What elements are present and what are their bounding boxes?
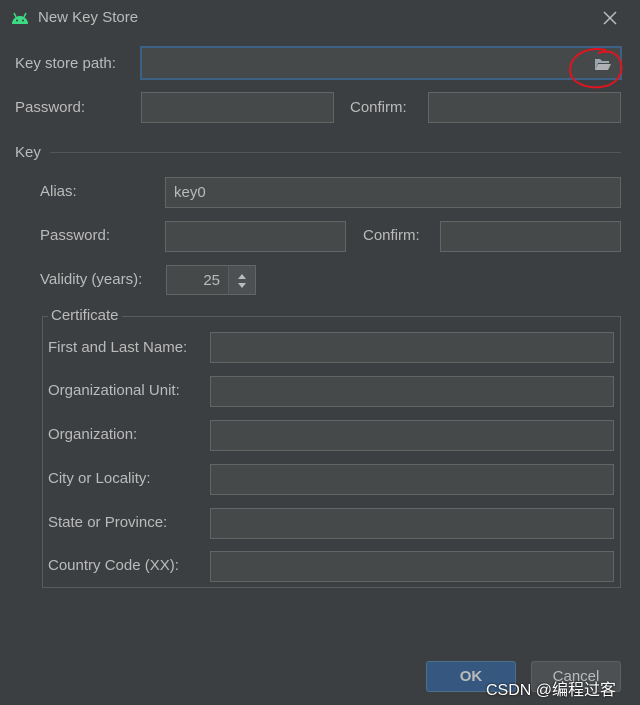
key-section-title: Key (15, 144, 41, 161)
organizational-unit-input[interactable] (210, 376, 614, 407)
alias-input[interactable] (165, 177, 621, 208)
key-password-label: Password: (40, 227, 111, 244)
country-code-label: Country Code (XX): (48, 557, 179, 574)
key-store-path-label: Key store path: (15, 55, 116, 72)
android-icon (12, 12, 28, 24)
title-bar: New Key Store (0, 0, 640, 36)
key-store-path-input[interactable] (140, 46, 622, 80)
city-locality-label: City or Locality: (48, 470, 151, 487)
window-title: New Key Store (38, 9, 139, 26)
close-icon[interactable] (600, 8, 620, 28)
alias-label: Alias: (40, 183, 77, 200)
keystore-password-label: Password: (15, 99, 86, 116)
first-last-name-label: First and Last Name: (48, 339, 188, 356)
city-locality-input[interactable] (210, 464, 614, 495)
spinner-arrows-icon[interactable] (236, 272, 248, 290)
keystore-confirm-label: Confirm: (350, 99, 407, 116)
key-section-divider (50, 152, 621, 153)
key-confirm-label: Confirm: (363, 227, 420, 244)
organization-input[interactable] (210, 420, 614, 451)
key-confirm-input[interactable] (440, 221, 621, 252)
csdn-watermark: CSDN @编程过客 (486, 682, 617, 699)
validity-stepper[interactable] (228, 265, 256, 295)
country-code-input[interactable] (210, 551, 614, 582)
folder-open-icon[interactable] (594, 57, 612, 71)
organizational-unit-label: Organizational Unit: (48, 382, 180, 399)
state-province-input[interactable] (210, 508, 614, 539)
certificate-group-title: Certificate (48, 306, 122, 326)
keystore-confirm-input[interactable] (428, 92, 621, 123)
state-province-label: State or Province: (48, 514, 168, 531)
browse-button[interactable] (586, 52, 616, 76)
key-password-input[interactable] (165, 221, 346, 252)
keystore-password-input[interactable] (141, 92, 334, 123)
first-last-name-input[interactable] (210, 332, 614, 363)
validity-label: Validity (years): (40, 271, 143, 288)
validity-stepper-input[interactable] (166, 265, 229, 295)
organization-label: Organization: (48, 426, 138, 443)
